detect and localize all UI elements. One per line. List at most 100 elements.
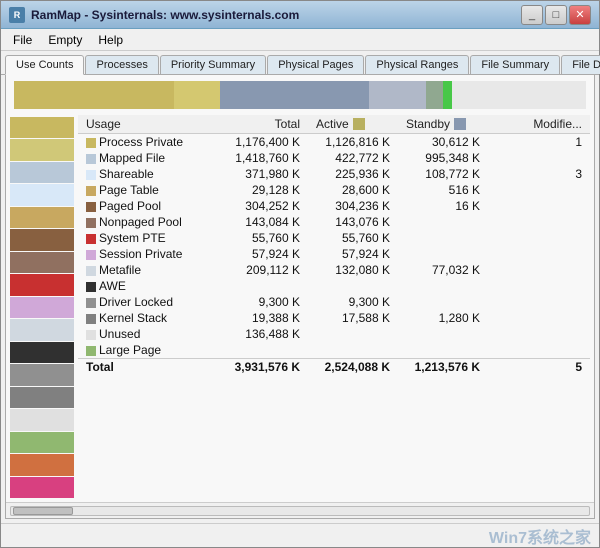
row-color-icon [86, 314, 96, 324]
cell-standby: 77,032 K [398, 262, 488, 278]
legend-panel [6, 113, 78, 502]
cell-total: 209,112 K [218, 262, 308, 278]
cell-standby [398, 246, 488, 262]
row-color-icon [86, 330, 96, 340]
table-row: Large Page [78, 342, 590, 359]
cell-usage: Large Page [78, 342, 218, 359]
cell-active: 143,076 K [308, 214, 398, 230]
row-color-icon [86, 266, 96, 276]
cell-total: 304,252 K [218, 198, 308, 214]
table-row: System PTE 55,760 K 55,760 K [78, 230, 590, 246]
color-bar-segment [452, 81, 586, 109]
cell-total [218, 278, 308, 294]
cell-usage: Session Private [78, 246, 218, 262]
row-color-icon [86, 154, 96, 164]
table-row: Mapped File 1,418,760 K 422,772 K 995,34… [78, 150, 590, 166]
scroll-track[interactable] [10, 506, 590, 516]
table-row: Process Private 1,176,400 K 1,126,816 K … [78, 134, 590, 151]
table-row: AWE [78, 278, 590, 294]
color-bar-segment [174, 81, 220, 109]
title-bar: R RamMap - Sysinternals: www.sysinternal… [1, 1, 599, 29]
menu-file[interactable]: File [5, 31, 40, 49]
watermark: Win7系统之家 [489, 524, 591, 548]
tab-processes[interactable]: Processes [85, 55, 158, 74]
cell-modified [488, 198, 590, 214]
cell-standby [398, 326, 488, 342]
row-color-icon [86, 186, 96, 196]
active-color-indicator [353, 118, 365, 130]
close-button[interactable]: ✕ [569, 5, 591, 25]
maximize-button[interactable]: □ [545, 5, 567, 25]
table-row: Kernel Stack 19,388 K 17,588 K 1,280 K [78, 310, 590, 326]
menu-empty[interactable]: Empty [40, 31, 90, 49]
tab-physical-ranges[interactable]: Physical Ranges [365, 55, 469, 74]
legend-color-block [10, 342, 74, 363]
scroll-thumb[interactable] [13, 507, 73, 515]
cell-standby [398, 278, 488, 294]
cell-modified [488, 246, 590, 262]
cell-standby: 995,348 K [398, 150, 488, 166]
minimize-button[interactable]: _ [521, 5, 543, 25]
table-row: Nonpaged Pool 143,084 K 143,076 K [78, 214, 590, 230]
cell-modified [488, 230, 590, 246]
cell-active: 225,936 K [308, 166, 398, 182]
tab-file-summary[interactable]: File Summary [470, 55, 560, 74]
legend-color-block [10, 409, 74, 430]
horizontal-scrollbar[interactable] [6, 502, 594, 518]
cell-usage: Metafile [78, 262, 218, 278]
table-row: Shareable 371,980 K 225,936 K 108,772 K … [78, 166, 590, 182]
cell-active: 1,126,816 K [308, 134, 398, 151]
tab-file-details[interactable]: File Details [561, 55, 600, 74]
col-active: Active [308, 115, 398, 134]
tab-physical-pages[interactable]: Physical Pages [267, 55, 364, 74]
legend-color-block [10, 229, 74, 250]
legend-color-block [10, 364, 74, 385]
cell-total: 19,388 K [218, 310, 308, 326]
cell-standby: 1,280 K [398, 310, 488, 326]
legend-color-block [10, 387, 74, 408]
cell-active: 304,236 K [308, 198, 398, 214]
cell-modified [488, 278, 590, 294]
legend-color-block [10, 139, 74, 160]
standby-color-indicator [454, 118, 466, 130]
row-color-icon [86, 298, 96, 308]
legend-color-block [10, 297, 74, 318]
cell-total-standby: 1,213,576 K [398, 359, 488, 376]
cell-standby: 30,612 K [398, 134, 488, 151]
row-color-icon [86, 346, 96, 356]
table-row: Driver Locked 9,300 K 9,300 K [78, 294, 590, 310]
table-row: Metafile 209,112 K 132,080 K 77,032 K [78, 262, 590, 278]
cell-active: 132,080 K [308, 262, 398, 278]
tab-use-counts[interactable]: Use Counts [5, 55, 84, 75]
cell-active: 28,600 K [308, 182, 398, 198]
legend-color-block [10, 454, 74, 475]
cell-modified: 3 [488, 166, 590, 182]
table-row: Unused 136,488 K [78, 326, 590, 342]
cell-usage: AWE [78, 278, 218, 294]
row-color-icon [86, 218, 96, 228]
cell-total: 55,760 K [218, 230, 308, 246]
cell-usage: Nonpaged Pool [78, 214, 218, 230]
color-bar-segment [426, 81, 443, 109]
legend-color-block [10, 432, 74, 453]
cell-total: 9,300 K [218, 294, 308, 310]
table-area[interactable]: Usage Total Active Standby [78, 113, 594, 502]
cell-total-modified: 5 [488, 359, 590, 376]
cell-total-active: 2,524,088 K [308, 359, 398, 376]
col-modified: Modifie... [488, 115, 590, 134]
cell-active: 9,300 K [308, 294, 398, 310]
tab-priority-summary[interactable]: Priority Summary [160, 55, 266, 74]
color-bar-segment [14, 81, 174, 109]
main-window: R RamMap - Sysinternals: www.sysinternal… [0, 0, 600, 548]
cell-modified [488, 182, 590, 198]
cell-standby [398, 214, 488, 230]
row-color-icon [86, 170, 96, 180]
tab-bar: Use Counts Processes Priority Summary Ph… [1, 51, 599, 75]
menu-help[interactable]: Help [90, 31, 131, 49]
cell-standby [398, 342, 488, 359]
cell-usage: Shareable [78, 166, 218, 182]
color-bar-segment [369, 81, 426, 109]
total-row: Total 3,931,576 K 2,524,088 K 1,213,576 … [78, 359, 590, 376]
cell-active: 57,924 K [308, 246, 398, 262]
cell-standby: 108,772 K [398, 166, 488, 182]
